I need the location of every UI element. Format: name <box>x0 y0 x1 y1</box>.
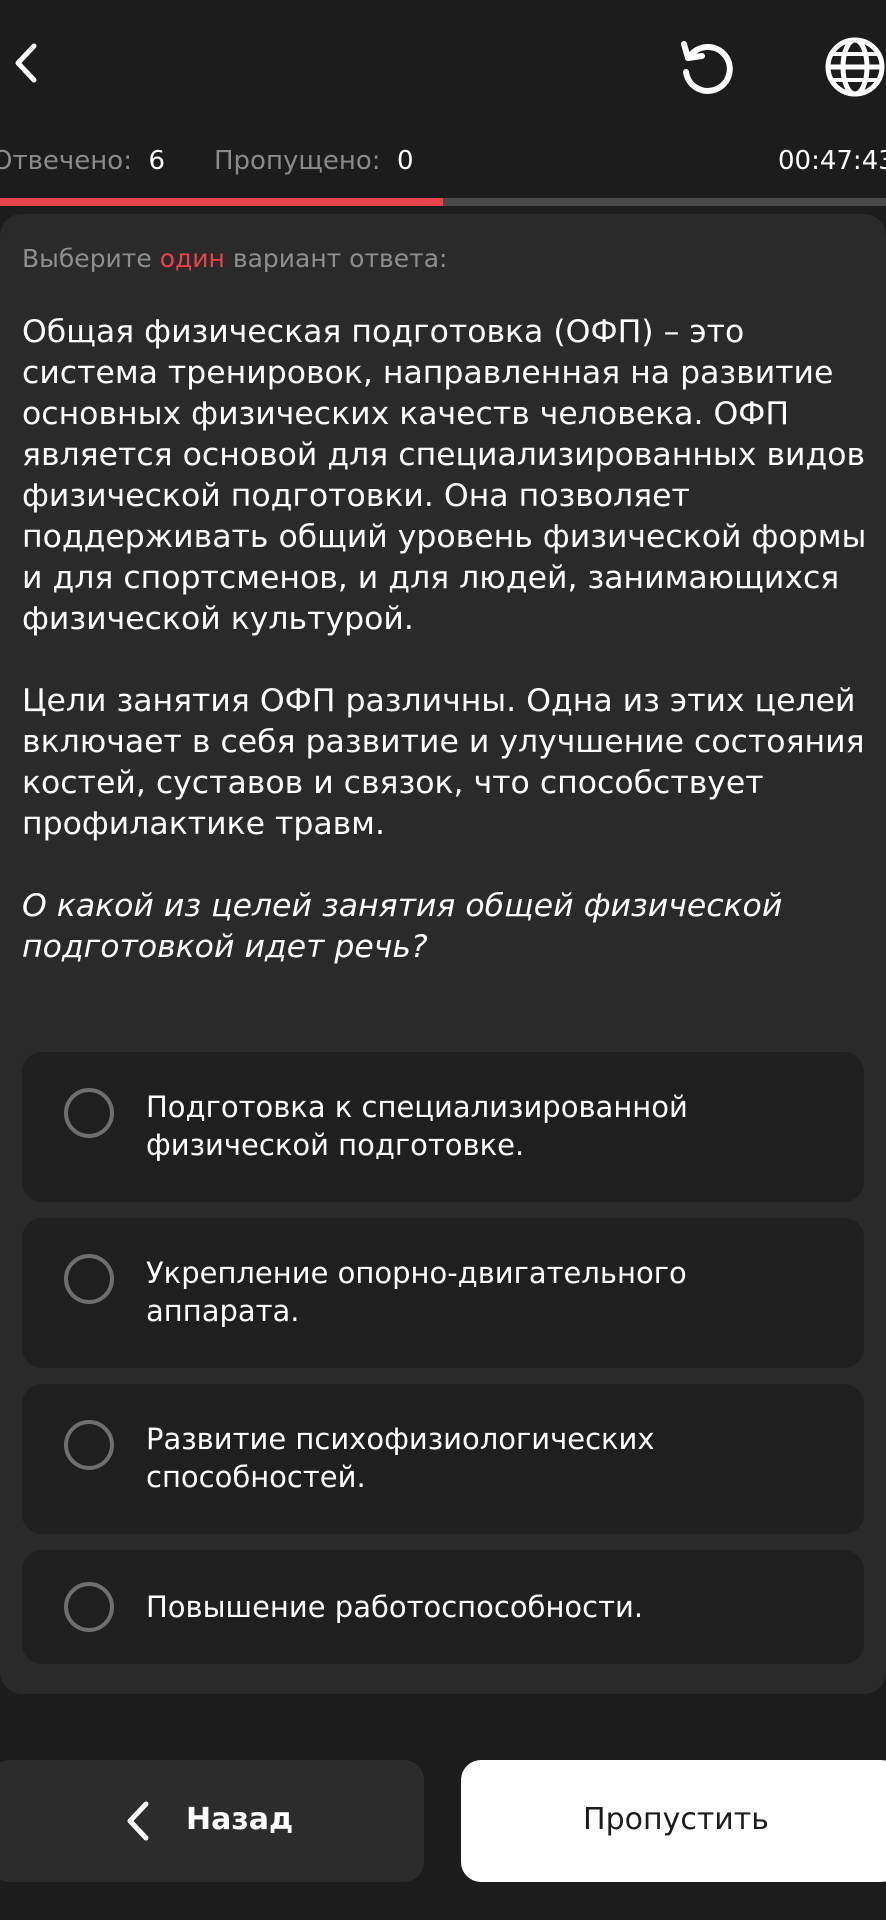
progress-bar-fill <box>0 198 443 206</box>
radio-button[interactable] <box>64 1254 114 1304</box>
question-prompt: О какой из целей занятия общей физическо… <box>22 888 783 965</box>
instruction-suffix: вариант ответа: <box>224 244 448 273</box>
progress-bar <box>0 198 886 206</box>
answer-option-label: Подготовка к специализированной физическ… <box>146 1090 688 1162</box>
question-paragraph-2: Цели занятия ОФП различны. Одна из этих … <box>22 683 865 842</box>
back-button-label: Назад <box>186 1802 294 1837</box>
skipped-counter: Пропущено: 0 <box>214 146 414 176</box>
answer-option-label: Повышение работоспособности. <box>146 1590 644 1624</box>
question-text: Общая физическая подготовка (ОФП) – это … <box>22 312 872 968</box>
answered-counter: Отвечено: 6 <box>0 146 165 176</box>
instruction-text: Выберите один вариант ответа: <box>22 244 447 273</box>
chevron-left-icon[interactable] <box>6 38 46 88</box>
answer-option[interactable]: Подготовка к специализированной физическ… <box>22 1052 864 1202</box>
skip-button[interactable]: Пропустить <box>461 1760 886 1882</box>
answered-value: 6 <box>148 146 166 176</box>
skipped-label: Пропущено: <box>214 146 381 176</box>
question-paragraph-1: Общая физическая подготовка (ОФП) – это … <box>22 314 867 637</box>
radio-button[interactable] <box>64 1088 114 1138</box>
answer-option-label: Развитие психофизиологических способност… <box>146 1422 655 1494</box>
instruction-accent: один <box>159 244 225 273</box>
reload-icon[interactable] <box>676 36 738 98</box>
back-button[interactable]: Назад <box>0 1760 424 1882</box>
top-bar <box>0 0 886 130</box>
answered-label: Отвечено: <box>0 146 132 176</box>
answer-option[interactable]: Повышение работоспособности. <box>22 1550 864 1664</box>
stats-bar: Отвечено: 6 Пропущено: 0 00:47:43 <box>0 146 886 182</box>
chevron-left-icon <box>127 1801 149 1841</box>
answer-option[interactable]: Укрепление опорно-двигательного аппарата… <box>22 1218 864 1368</box>
radio-button[interactable] <box>64 1420 114 1470</box>
answer-option[interactable]: Развитие психофизиологических способност… <box>22 1384 864 1534</box>
answer-option-label: Укрепление опорно-двигательного аппарата… <box>146 1256 687 1328</box>
radio-button[interactable] <box>64 1582 114 1632</box>
timer: 00:47:43 <box>778 146 886 176</box>
instruction-prefix: Выберите <box>22 244 160 273</box>
skip-button-label: Пропустить <box>583 1802 769 1837</box>
skipped-value: 0 <box>397 146 414 176</box>
globe-icon[interactable] <box>822 34 886 100</box>
